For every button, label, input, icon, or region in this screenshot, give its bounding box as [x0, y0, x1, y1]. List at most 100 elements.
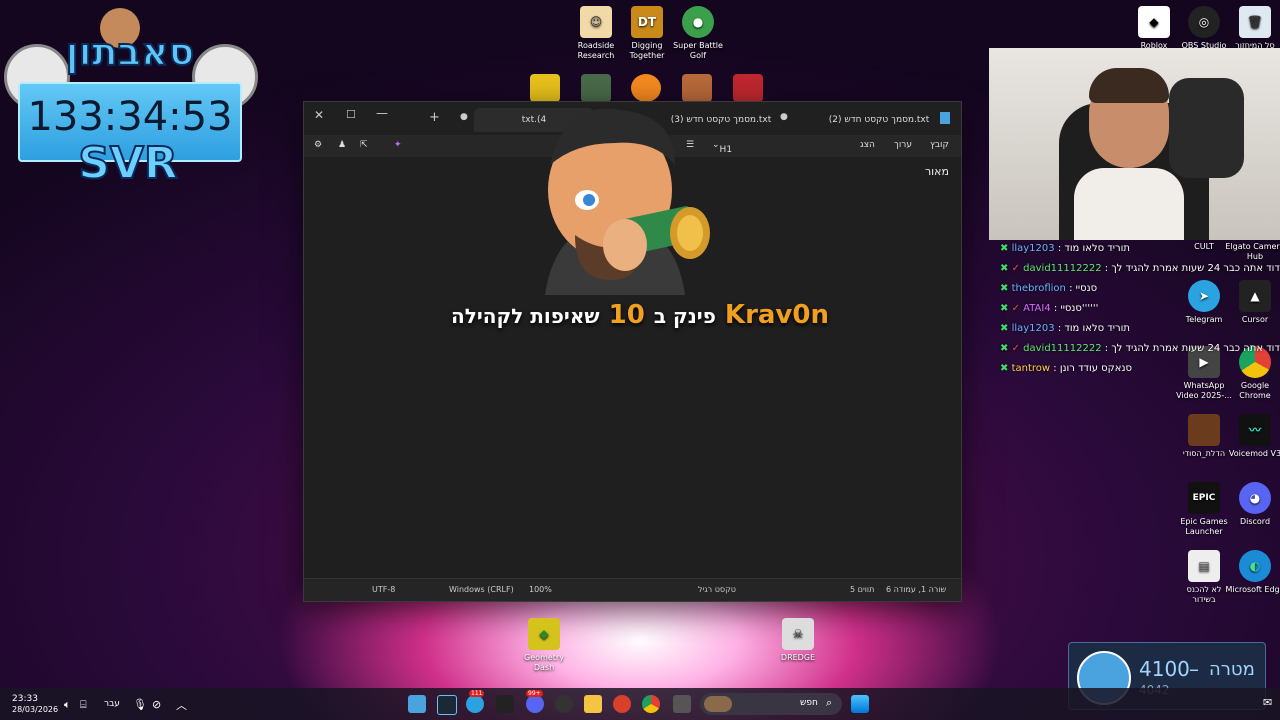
chat-message: ✖ llay1203 : תוריד סלאו מוד [1000, 323, 1130, 334]
goal-dash: – [1189, 657, 1199, 681]
taskbar-date: 28/03/2026 [12, 705, 59, 714]
desktop-icon-dredge[interactable]: ☠ DREDGE [768, 618, 828, 663]
taskbar-notepad[interactable] [408, 695, 426, 713]
chat-message: ✖ ✓ ATAI4 : סנסיי'''''' [1000, 303, 1099, 314]
taskbar-app-red[interactable] [613, 695, 631, 713]
subathon-timer: 133:34:53 [27, 94, 233, 140]
desktop-icon-chrome[interactable]: Google Chrome [1225, 346, 1280, 401]
status-zoom: 100% [529, 585, 552, 594]
settings-icon[interactable]: ⚙ [314, 140, 322, 150]
digging-together-icon: DT [631, 6, 663, 38]
speaker-icon[interactable]: 🔈︎ [64, 698, 71, 712]
taskbar-discord[interactable] [526, 695, 544, 713]
search-placeholder: חפש [800, 698, 818, 708]
new-tab-icon[interactable]: + [429, 110, 440, 125]
dredge-icon: ☠ [782, 618, 814, 650]
desktop-icon-label: Digging Together [629, 41, 665, 60]
chat-check-icon: ✓ [1011, 303, 1020, 314]
status-eol: Windows (CRLF) [449, 585, 514, 594]
webcam-hair [1089, 68, 1169, 103]
taskbar-task-view[interactable] [673, 695, 691, 713]
webcam-feed [989, 48, 1280, 240]
chat-check-icon: ✓ [1011, 343, 1020, 354]
taskbar-steam[interactable] [437, 695, 457, 715]
tab-2[interactable]: מסמך טקסט חדש (2).txt [824, 108, 934, 132]
game-icon-d[interactable] [733, 74, 763, 102]
desktop-icon-edge[interactable]: ◐ Microsoft Edge [1225, 550, 1280, 595]
alert-text-1: פינק ב [653, 304, 716, 328]
taskbar-chrome[interactable] [642, 695, 660, 713]
notepad-content: מאור [924, 165, 949, 178]
voicemod-icon: 〰 [1239, 414, 1271, 446]
desktop-icon-voicemod[interactable]: 〰 Voicemod V3 [1225, 414, 1280, 459]
taskbar-media-player[interactable] [555, 695, 573, 713]
chat-message: ✖ llay1203 : תוריד סלאו מוד [1000, 243, 1130, 254]
super-battle-golf-icon: ● [682, 6, 714, 38]
obs-icon: ◎ [1188, 6, 1220, 38]
chat-message: ✖ ✓ david11112222 : דוד אתה כבר 24 שעות … [1000, 263, 1280, 274]
search-icon: ⌕ [826, 696, 833, 709]
chat-message: ✖ ✓ david11112222 : דוד אתה כבר 24 שעות … [1000, 343, 1280, 354]
account-icon[interactable]: ♟ [338, 140, 346, 150]
alert-user: Krav0n [724, 300, 829, 330]
minimize-icon[interactable]: — [376, 106, 388, 120]
chevron-up-icon[interactable]: ︿ [176, 697, 187, 713]
image-file-icon [1188, 414, 1220, 446]
chat-message: ✖ thebroflion : סנסיי [1000, 283, 1098, 294]
chat-badge-icon: ✖ [1000, 323, 1009, 334]
status-format: טקסט רגיל [698, 585, 736, 594]
unsaved-dot-icon: ● [460, 112, 468, 122]
taskbar-file-explorer[interactable] [584, 695, 602, 713]
start-button[interactable] [851, 695, 869, 713]
taskbar: 23:33 28/03/2026 🔈︎ ⌸ עבר 🎙︎ ⊘ ︿ 111 99+… [0, 688, 1280, 720]
unsaved-dot-icon: ● [780, 112, 788, 122]
taskbar-search[interactable]: חפש ⌕ [700, 693, 842, 715]
roadside-research-icon: ☺ [580, 6, 612, 38]
desktop-icon-label: Super Battle Golf [673, 41, 723, 60]
chat-badge-icon: ✖ [1000, 263, 1009, 274]
roblox-icon: ◆ [1138, 6, 1170, 38]
webcam-body [1074, 168, 1184, 240]
close-icon[interactable]: ✕ [314, 108, 324, 122]
chat-badge-icon: ✖ [1000, 363, 1009, 374]
desktop-icon-elgato[interactable]: Elgato Camera Hub [1225, 242, 1280, 262]
webcam-headset [1169, 78, 1244, 178]
menu-view[interactable]: הצג [860, 140, 875, 150]
taskbar-time: 23:33 [12, 694, 38, 704]
muted-icon[interactable]: ⊘ [152, 698, 161, 711]
maximize-icon[interactable]: ☐ [346, 108, 356, 121]
desktop-icon-cursor[interactable]: ▲ Cursor [1225, 280, 1280, 325]
taskbar-telegram[interactable] [466, 695, 484, 713]
cursor-icon: ▲ [1239, 280, 1271, 312]
network-icon[interactable]: ⌸ [80, 698, 87, 712]
desktop-icon-discord[interactable]: ◕ Discord [1225, 482, 1280, 527]
desktop-icon-super-battle-golf[interactable]: ● Super Battle Golf [668, 6, 728, 61]
copilot-icon[interactable]: ✦ [394, 140, 402, 150]
menu-edit[interactable]: ערוך [894, 140, 912, 150]
desktop-icon-recycle-bin[interactable]: 🗑 סל המיחזור [1225, 6, 1280, 51]
epic-games-icon: EPIC [1188, 482, 1220, 514]
desktop-icon-geometry-dash[interactable]: ◆ Geometry Dash [514, 618, 574, 673]
edge-icon: ◐ [1239, 550, 1271, 582]
notepad-app-icon [940, 112, 950, 124]
subathon-banner: סאבתון [65, 29, 196, 75]
taskbar-badge: 99+ [526, 690, 543, 697]
notification-icon[interactable]: ✉ [1263, 696, 1272, 709]
chat-badge-icon: ✖ [1000, 243, 1009, 254]
subathon-tag: SVR [77, 137, 179, 190]
alert-text-2: שאיפות לקהילה [450, 304, 600, 328]
desktop-icon-label: Roadside Research [577, 41, 615, 60]
discord-icon: ◕ [1239, 482, 1271, 514]
menu-file[interactable]: קובץ [930, 140, 949, 150]
recycle-bin-icon: 🗑 [1239, 6, 1271, 38]
chat-badge-icon: ✖ [1000, 343, 1009, 354]
text-file-icon: ▤ [1188, 550, 1220, 582]
goal-label: מטרה [1209, 659, 1255, 680]
chat-badge-icon: ✖ [1000, 283, 1009, 294]
share-icon[interactable]: ⇱ [360, 140, 368, 150]
taskbar-app[interactable] [496, 695, 514, 713]
telegram-icon: ➤ [1188, 280, 1220, 312]
microphone-icon[interactable]: 🎙︎ [133, 698, 147, 711]
status-encoding: UTF-8 [372, 585, 396, 594]
language-indicator[interactable]: עבר [104, 699, 120, 709]
